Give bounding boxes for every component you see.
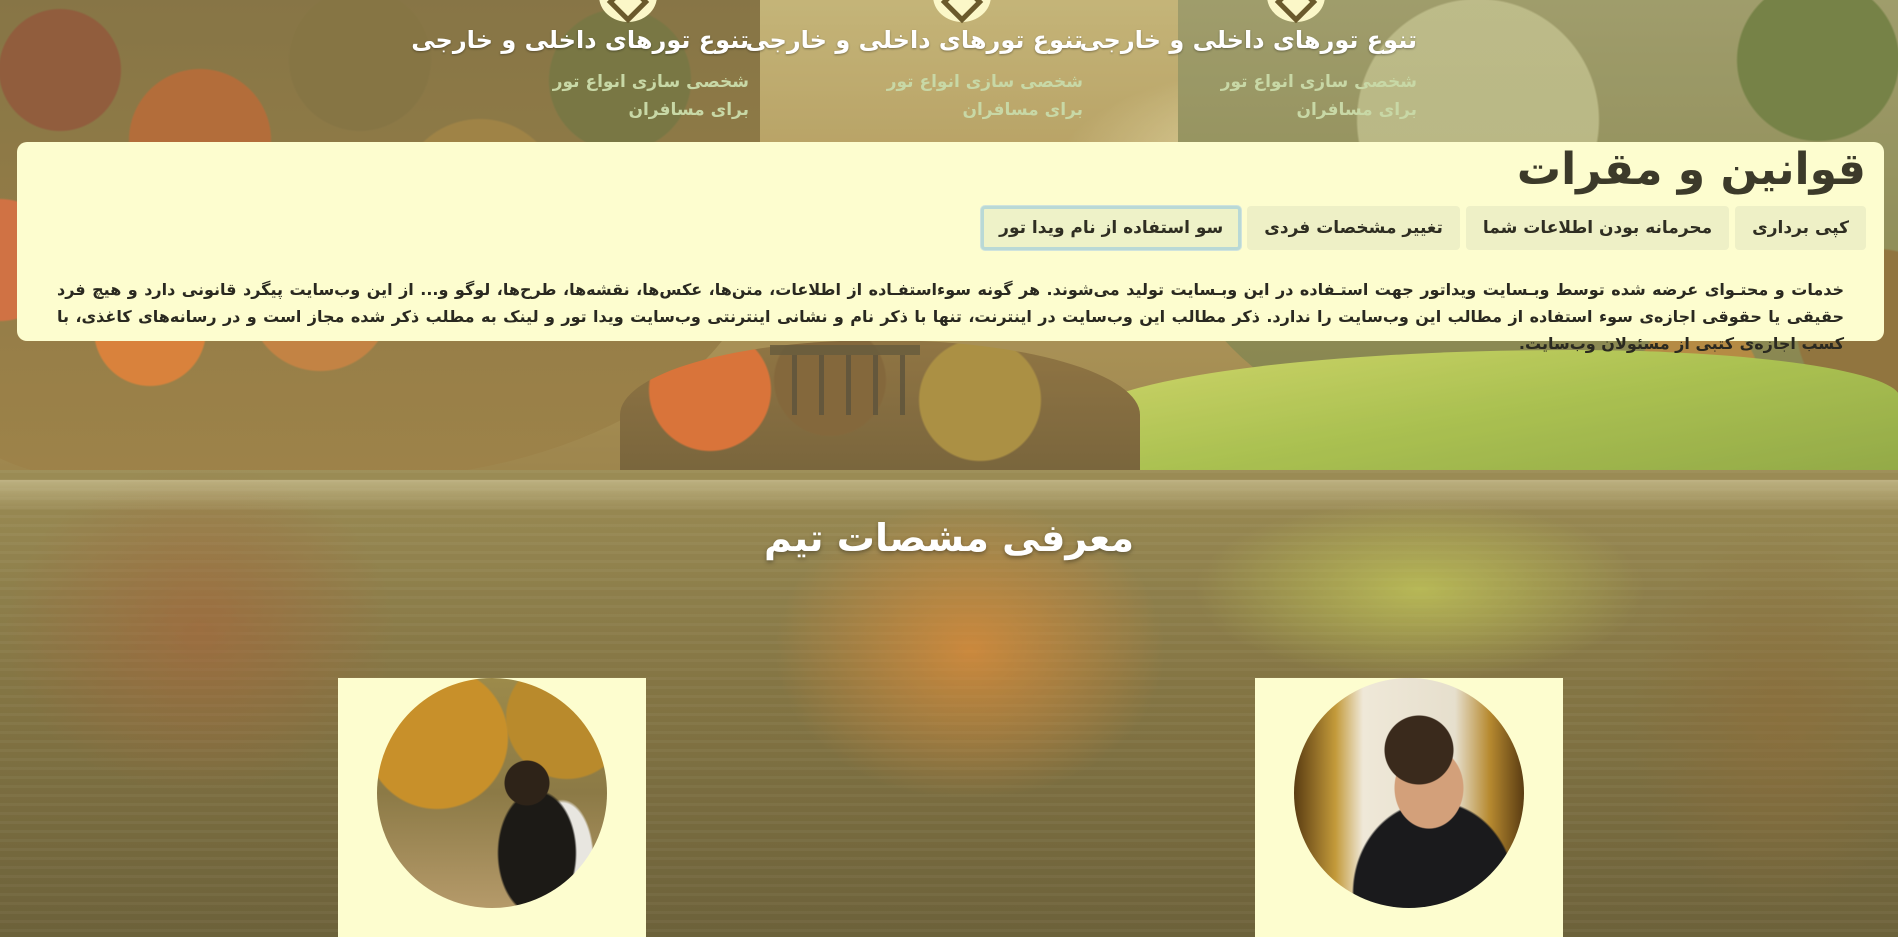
background-overlay xyxy=(0,0,1898,937)
diamond-icon xyxy=(599,0,657,24)
feature-description: شخصی سازی انواع تور برای مسافران xyxy=(1220,72,1417,120)
tab-change-personal-info[interactable]: تغییر مشخصات فردی xyxy=(1247,206,1460,250)
team-section-title: معرفی مشصات تیم xyxy=(763,516,1135,560)
features-strip: تنوع تورهای داخلی و خارجی شخصی سازی انوا… xyxy=(0,0,1898,140)
tab-misuse-of-name[interactable]: سو استفاده از نام ویدا تور xyxy=(981,206,1242,250)
terms-body-text: خدمات و محتـوای عرضه شده توسط وبـسایت وی… xyxy=(57,280,1844,353)
feature-title: تنوع تورهای داخلی و خارجی xyxy=(745,26,1083,54)
team-member-photo xyxy=(1294,678,1524,908)
feature-description: شخصی سازی انواع تور برای مسافران xyxy=(552,72,749,120)
team-member-card xyxy=(338,678,646,937)
team-member-card xyxy=(1255,678,1563,937)
tab-copying[interactable]: کپی برداری xyxy=(1735,206,1866,250)
feature-description: شخصی سازی انواع تور برای مسافران xyxy=(886,72,1083,120)
feature-title: تنوع تورهای داخلی و خارجی xyxy=(411,26,749,54)
diamond-icon xyxy=(933,0,991,24)
terms-title: قوانین و مقرات xyxy=(1516,144,1866,195)
team-member-photo xyxy=(377,678,607,908)
terms-tabs: کپی برداری محرمانه بودن اطلاعات شما تغیی… xyxy=(981,206,1866,250)
page: تنوع تورهای داخلی و خارجی شخصی سازی انوا… xyxy=(0,0,1898,937)
feature-title: تنوع تورهای داخلی و خارجی xyxy=(1079,26,1417,54)
tab-privacy[interactable]: محرمانه بودن اطلاعات شما xyxy=(1465,206,1730,250)
landscape-background xyxy=(0,0,1898,937)
diamond-icon xyxy=(1267,0,1325,24)
terms-panel: قوانین و مقرات کپی برداری محرمانه بودن ا… xyxy=(17,142,1884,353)
